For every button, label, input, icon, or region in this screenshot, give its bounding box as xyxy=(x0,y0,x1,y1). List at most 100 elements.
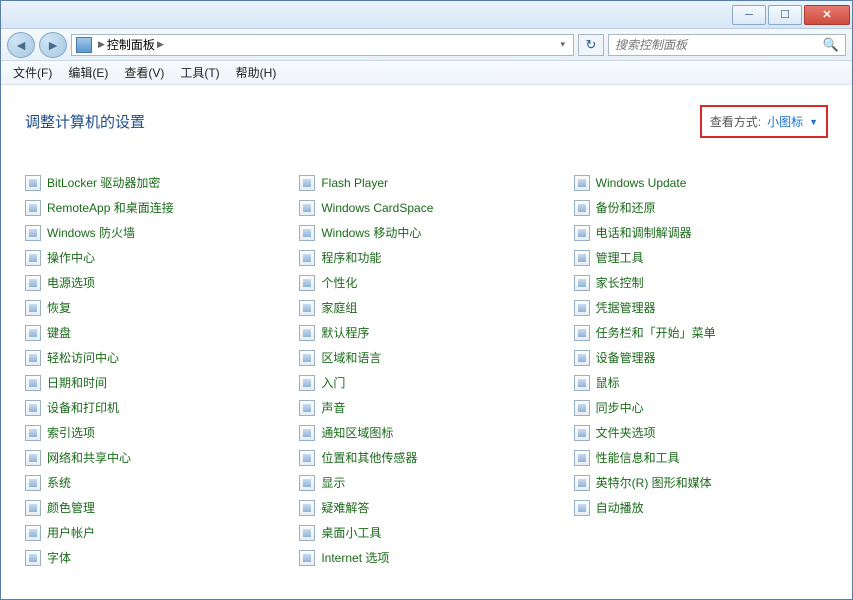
maximize-button[interactable]: ☐ xyxy=(768,5,802,25)
control-panel-item-label: Windows 防火墙 xyxy=(47,224,135,241)
menu-tools[interactable]: 工具(T) xyxy=(174,62,225,83)
search-input[interactable] xyxy=(615,38,823,52)
control-panel-item[interactable]: 电源选项 xyxy=(25,274,279,291)
breadcrumb-location[interactable]: 控制面板 xyxy=(107,36,155,53)
control-panel-item[interactable]: 备份和还原 xyxy=(574,199,828,216)
control-panel-item[interactable]: 程序和功能 xyxy=(299,249,553,266)
search-box[interactable]: 🔍 xyxy=(608,34,846,56)
search-icon[interactable]: 🔍 xyxy=(823,37,839,53)
control-panel-item[interactable]: 任务栏和「开始」菜单 xyxy=(574,324,828,341)
applet-icon xyxy=(574,250,590,266)
control-panel-item[interactable]: 英特尔(R) 图形和媒体 xyxy=(574,474,828,491)
control-panel-item-label: 入门 xyxy=(321,374,345,391)
control-panel-item[interactable]: 同步中心 xyxy=(574,399,828,416)
breadcrumb-separator-icon[interactable]: ▶ xyxy=(157,39,164,50)
address-bar[interactable]: ▶ 控制面板 ▶ ▾ xyxy=(71,34,574,56)
control-panel-item[interactable]: 鼠标 xyxy=(574,374,828,391)
control-panel-item[interactable]: 家长控制 xyxy=(574,274,828,291)
control-panel-item[interactable]: 入门 xyxy=(299,374,553,391)
control-panel-item-label: Flash Player xyxy=(321,176,388,190)
chevron-down-icon[interactable]: ▼ xyxy=(809,117,818,127)
applet-icon xyxy=(299,525,315,541)
control-panel-item-label: 电话和调制解调器 xyxy=(596,224,692,241)
control-panel-item-label: 设备管理器 xyxy=(596,349,656,366)
control-panel-item[interactable]: 默认程序 xyxy=(299,324,553,341)
forward-button[interactable]: ► xyxy=(39,32,67,58)
applet-icon xyxy=(574,300,590,316)
control-panel-item-label: Windows Update xyxy=(596,176,687,190)
control-panel-item[interactable]: 区域和语言 xyxy=(299,349,553,366)
applet-icon xyxy=(299,250,315,266)
menu-view[interactable]: 查看(V) xyxy=(118,62,170,83)
applet-icon xyxy=(299,375,315,391)
applet-icon xyxy=(574,225,590,241)
control-panel-item[interactable]: 恢复 xyxy=(25,299,279,316)
control-panel-item[interactable]: Internet 选项 xyxy=(299,549,553,566)
control-panel-item-label: 用户帐户 xyxy=(47,524,95,541)
control-panel-item-label: 程序和功能 xyxy=(321,249,381,266)
control-panel-item[interactable]: 网络和共享中心 xyxy=(25,449,279,466)
applet-icon xyxy=(299,400,315,416)
control-panel-item[interactable]: 个性化 xyxy=(299,274,553,291)
view-by-selector[interactable]: 查看方式: 小图标 ▼ xyxy=(700,105,828,138)
applet-icon xyxy=(574,375,590,391)
control-panel-item[interactable]: Windows 防火墙 xyxy=(25,224,279,241)
control-panel-item-label: 默认程序 xyxy=(321,324,369,341)
control-panel-item-label: 系统 xyxy=(47,474,71,491)
control-panel-item-label: 家庭组 xyxy=(321,299,357,316)
control-panel-item-label: 同步中心 xyxy=(596,399,644,416)
control-panel-item[interactable]: 管理工具 xyxy=(574,249,828,266)
breadcrumb-separator-icon: ▶ xyxy=(98,39,105,50)
control-panel-item-label: 桌面小工具 xyxy=(321,524,381,541)
control-panel-item[interactable]: 系统 xyxy=(25,474,279,491)
control-panel-item[interactable]: 桌面小工具 xyxy=(299,524,553,541)
control-panel-item[interactable]: 设备管理器 xyxy=(574,349,828,366)
control-panel-item[interactable]: 家庭组 xyxy=(299,299,553,316)
control-panel-item[interactable]: Windows CardSpace xyxy=(299,199,553,216)
control-panel-item-label: 位置和其他传感器 xyxy=(321,449,417,466)
control-panel-item-label: 自动播放 xyxy=(596,499,644,516)
control-panel-item[interactable]: Windows 移动中心 xyxy=(299,224,553,241)
control-panel-item[interactable]: 索引选项 xyxy=(25,424,279,441)
control-panel-item-label: 疑难解答 xyxy=(321,499,369,516)
back-button[interactable]: ◄ xyxy=(7,32,35,58)
control-panel-item[interactable]: 文件夹选项 xyxy=(574,424,828,441)
control-panel-item[interactable]: RemoteApp 和桌面连接 xyxy=(25,199,279,216)
minimize-button[interactable]: ─ xyxy=(732,5,766,25)
control-panel-item[interactable]: 自动播放 xyxy=(574,499,828,516)
control-panel-item[interactable]: 位置和其他传感器 xyxy=(299,449,553,466)
view-by-value[interactable]: 小图标 xyxy=(767,113,803,130)
control-panel-item[interactable]: Flash Player xyxy=(299,174,553,191)
control-panel-item[interactable]: 用户帐户 xyxy=(25,524,279,541)
control-panel-item[interactable]: 电话和调制解调器 xyxy=(574,224,828,241)
control-panel-item[interactable]: 设备和打印机 xyxy=(25,399,279,416)
applet-icon xyxy=(25,475,41,491)
control-panel-item-label: 网络和共享中心 xyxy=(47,449,131,466)
control-panel-item[interactable]: 疑难解答 xyxy=(299,499,553,516)
content-area: 调整计算机的设置 查看方式: 小图标 ▼ BitLocker 驱动器加密Remo… xyxy=(1,85,852,599)
address-dropdown-icon[interactable]: ▾ xyxy=(556,39,569,50)
applet-icon xyxy=(25,450,41,466)
control-panel-item[interactable]: 日期和时间 xyxy=(25,374,279,391)
control-panel-item-label: RemoteApp 和桌面连接 xyxy=(47,199,174,216)
control-panel-item[interactable]: 声音 xyxy=(299,399,553,416)
close-button[interactable]: ✕ xyxy=(804,5,850,25)
applet-icon xyxy=(574,500,590,516)
control-panel-item[interactable]: Windows Update xyxy=(574,174,828,191)
control-panel-item[interactable]: 凭据管理器 xyxy=(574,299,828,316)
control-panel-item[interactable]: 字体 xyxy=(25,549,279,566)
menu-help[interactable]: 帮助(H) xyxy=(230,62,283,83)
control-panel-item-label: Windows CardSpace xyxy=(321,201,433,215)
control-panel-item[interactable]: 性能信息和工具 xyxy=(574,449,828,466)
control-panel-item[interactable]: 键盘 xyxy=(25,324,279,341)
control-panel-item[interactable]: 显示 xyxy=(299,474,553,491)
applet-icon xyxy=(25,275,41,291)
control-panel-item[interactable]: 颜色管理 xyxy=(25,499,279,516)
refresh-button[interactable]: ↻ xyxy=(578,34,604,56)
control-panel-item[interactable]: 通知区域图标 xyxy=(299,424,553,441)
menu-edit[interactable]: 编辑(E) xyxy=(62,62,114,83)
control-panel-item[interactable]: 操作中心 xyxy=(25,249,279,266)
control-panel-item[interactable]: BitLocker 驱动器加密 xyxy=(25,174,279,191)
control-panel-item[interactable]: 轻松访问中心 xyxy=(25,349,279,366)
menu-file[interactable]: 文件(F) xyxy=(7,62,58,83)
